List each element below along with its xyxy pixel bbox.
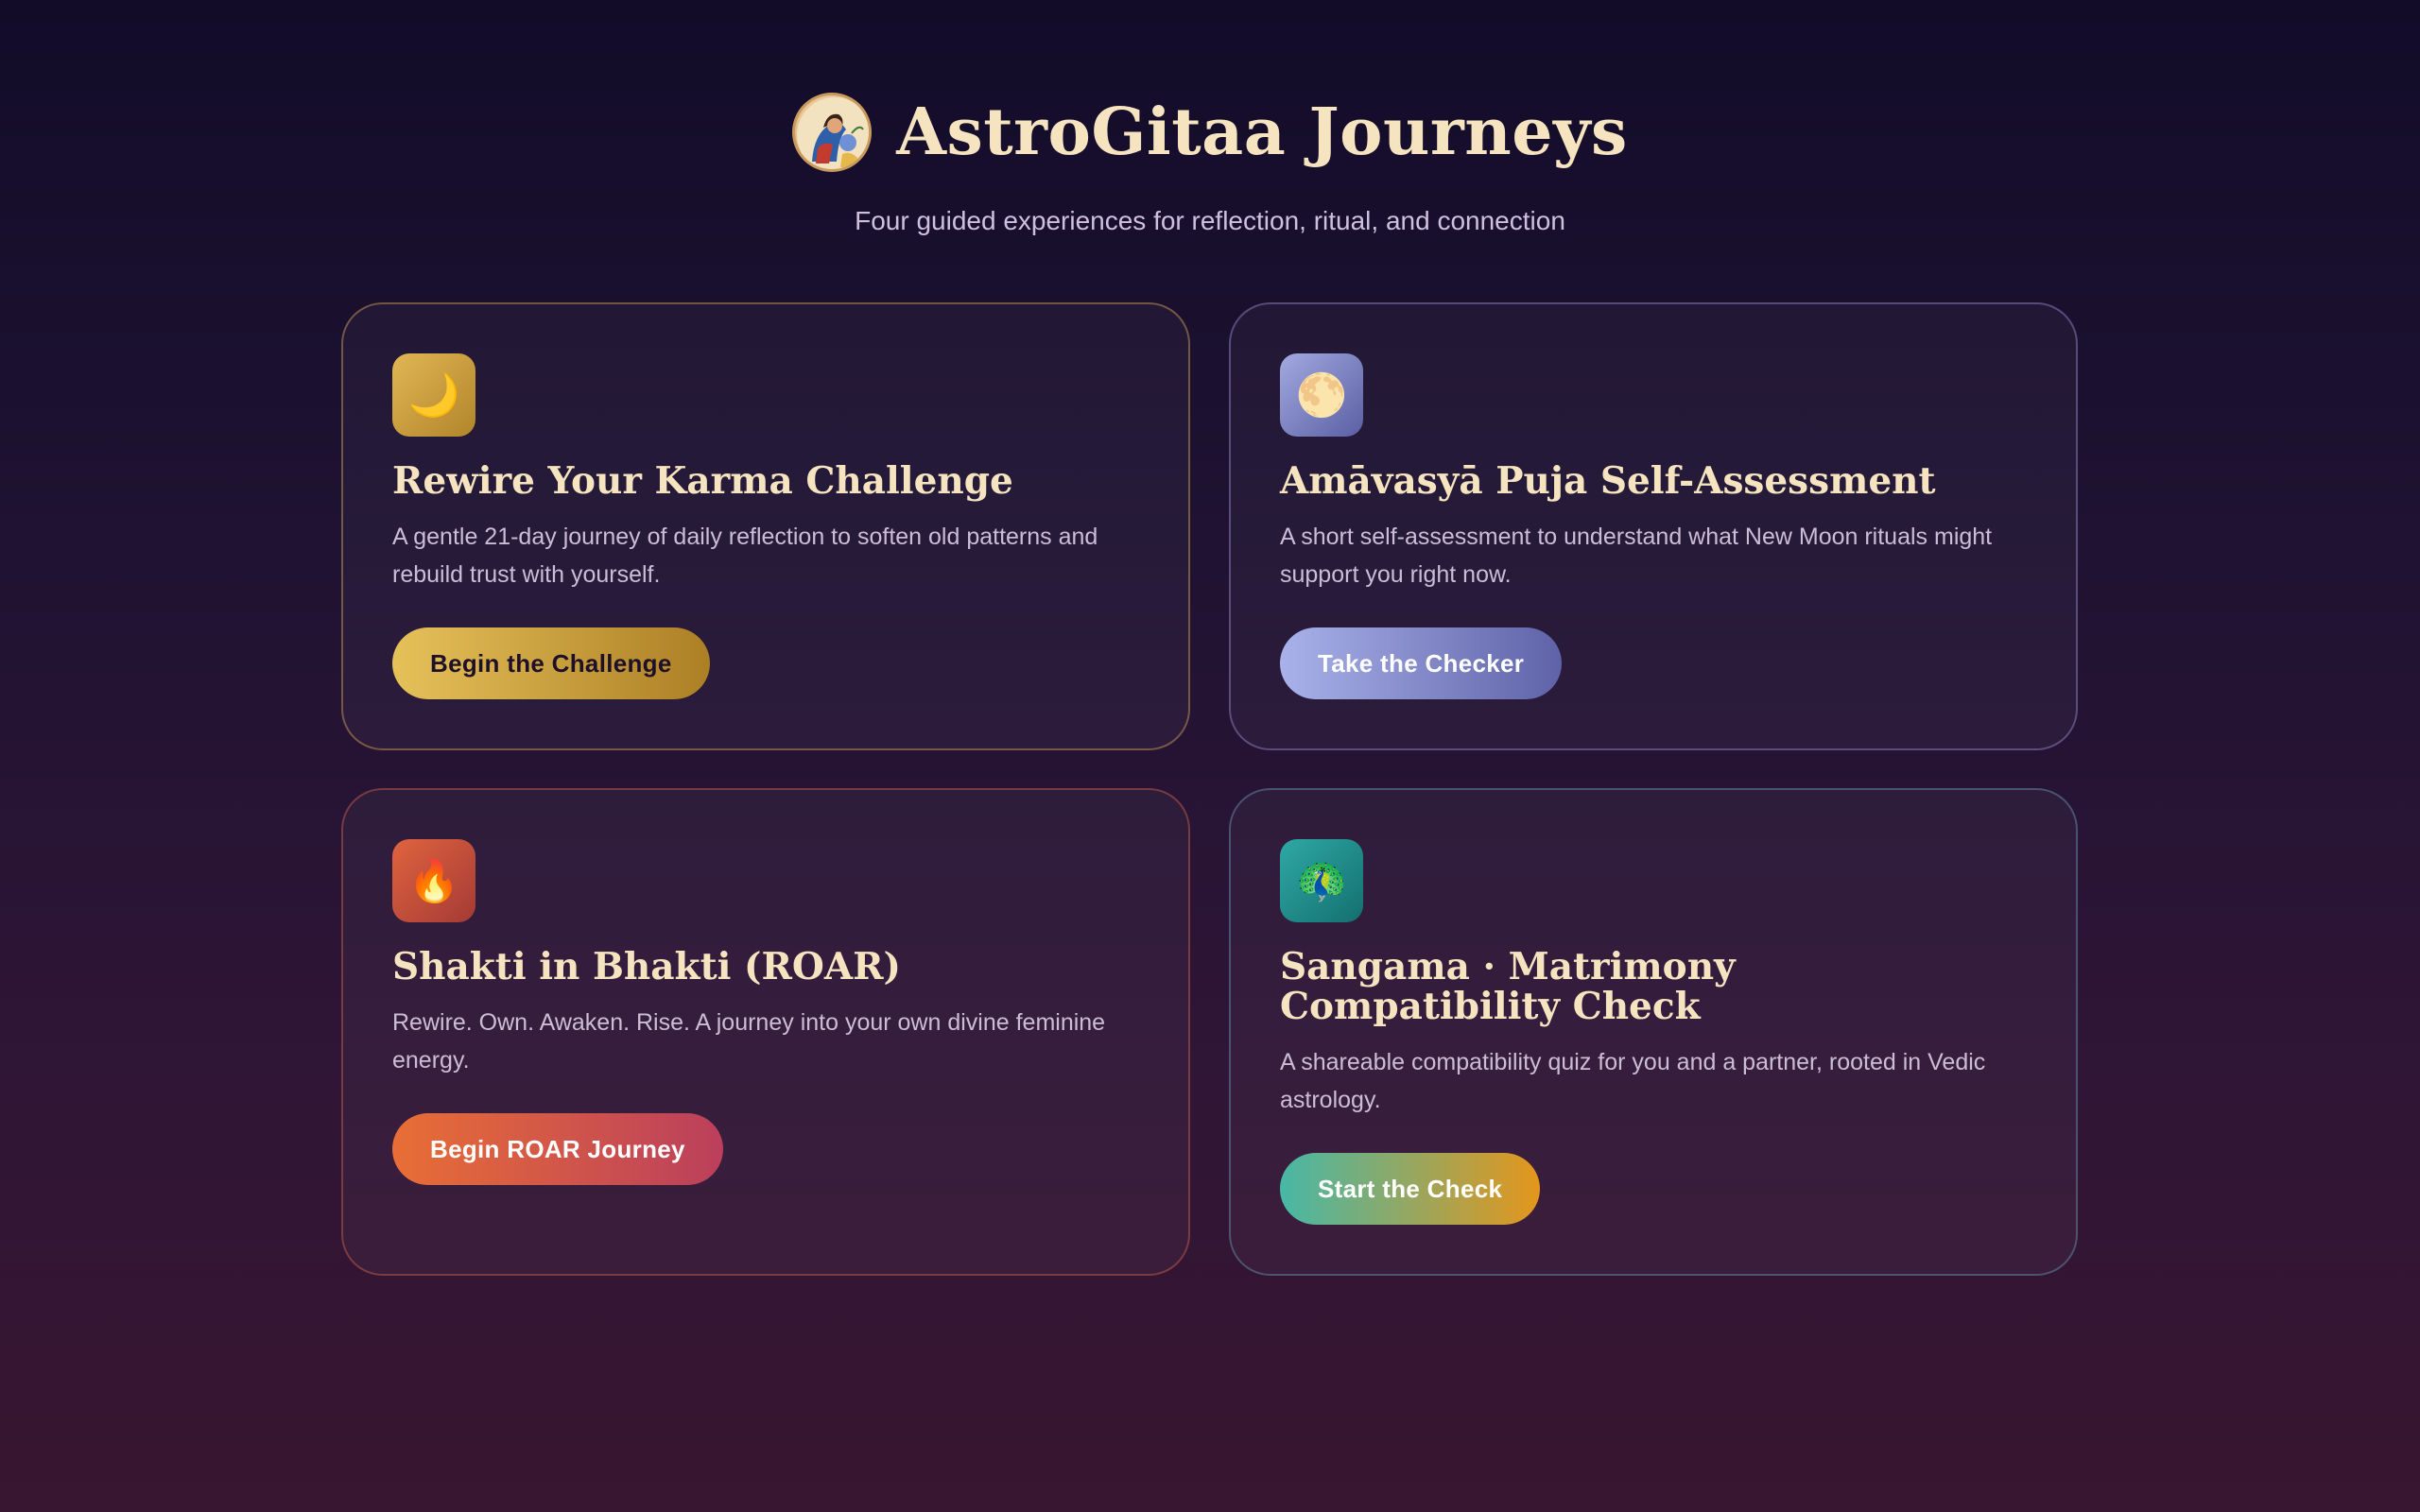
- peacock-icon: 🦚: [1280, 839, 1363, 922]
- krishna-avatar-icon: [792, 93, 873, 172]
- begin-challenge-button[interactable]: Begin the Challenge: [392, 627, 710, 699]
- page-title: AstroGitaa Journeys: [896, 94, 1628, 170]
- start-check-button[interactable]: Start the Check: [1280, 1153, 1541, 1225]
- card-description: A gentle 21-day journey of daily reflect…: [392, 524, 1098, 588]
- full-moon-icon: 🌕: [1280, 353, 1363, 437]
- card-description: Rewire. Own. Awaken. Rise. A journey int…: [392, 1009, 1106, 1074]
- take-checker-button[interactable]: Take the Checker: [1280, 627, 1563, 699]
- card-description: A short self-assessment to understand wh…: [1280, 524, 1993, 588]
- card-title: Shakti in Bhakti (ROAR): [392, 945, 901, 988]
- card-shakti-roar: 🔥 Shakti in Bhakti (ROAR) Rewire. Own. A…: [341, 788, 1190, 1276]
- card-amavasya-assessment: 🌕 Amāvasyā Puja Self-Assessment A short …: [1229, 302, 2078, 750]
- card-title: Sangama · Matrimony Compatibility Check: [1280, 945, 1736, 1028]
- card-sangama-compatibility: 🦚 Sangama · Matrimony Compatibility Chec…: [1229, 788, 2078, 1276]
- page-subtitle: Four guided experiences for reflection, …: [855, 206, 1565, 235]
- card-karma-challenge: 🌙 Rewire Your Karma Challenge A gentle 2…: [341, 302, 1190, 750]
- flame-icon: 🔥: [392, 839, 475, 922]
- card-title: Amāvasyā Puja Self-Assessment: [1280, 459, 1936, 503]
- begin-roar-button[interactable]: Begin ROAR Journey: [392, 1113, 723, 1185]
- card-description: A shareable compatibility quiz for you a…: [1280, 1049, 1986, 1113]
- crescent-moon-icon: 🌙: [392, 353, 475, 437]
- card-title: Rewire Your Karma Challenge: [392, 459, 1013, 503]
- title-row: AstroGitaa Journeys: [0, 93, 2420, 172]
